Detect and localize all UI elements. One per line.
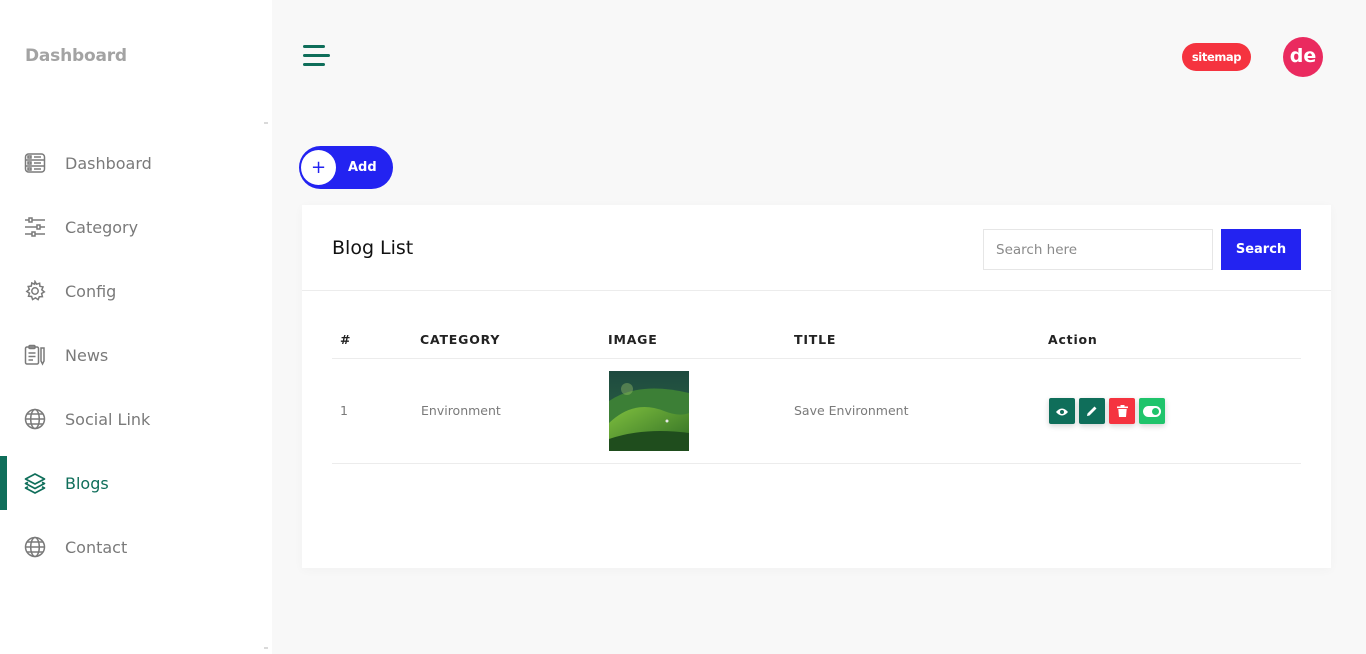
sidebar-item-label: Social Link [65, 409, 151, 429]
sidebar-item-label: Dashboard [65, 153, 152, 173]
dashboard-icon [24, 152, 46, 174]
blog-list-card: Blog List Search # CATEGORY IMAGE TITLE … [302, 205, 1331, 568]
table-header-divider [332, 358, 1301, 359]
column-header-index: # [340, 332, 352, 347]
add-button-label: Add [348, 160, 377, 175]
table-row-divider [332, 463, 1301, 464]
sidebar-item-label: News [65, 345, 109, 365]
sidebar-item-label: Contact [65, 537, 128, 557]
sidebar-item-news[interactable]: News [0, 328, 272, 382]
row-index: 1 [340, 403, 348, 418]
status-toggle[interactable] [1139, 398, 1165, 424]
divider [302, 290, 1331, 291]
search-input[interactable] [983, 229, 1213, 270]
toggle-icon [1143, 402, 1161, 421]
layers-icon [24, 472, 46, 494]
search-button[interactable]: Search [1221, 229, 1301, 270]
column-header-title: TITLE [794, 332, 837, 347]
eye-icon [1055, 402, 1069, 421]
hamburger-icon[interactable] [303, 44, 330, 68]
sidebar-item-label: Category [65, 217, 139, 237]
sidebar-item-category[interactable]: Category [0, 200, 272, 254]
sliders-icon [24, 216, 46, 238]
sitemap-button[interactable]: sitemap [1182, 43, 1251, 71]
sidebar-scroll-marker [264, 122, 268, 124]
trash-icon [1116, 402, 1128, 421]
sidebar-item-social-link[interactable]: Social Link [0, 392, 272, 446]
view-button[interactable] [1049, 398, 1075, 424]
sidebar-item-config[interactable]: Config [0, 264, 272, 318]
gear-icon [24, 280, 46, 302]
sidebar-brand: Dashboard [25, 46, 127, 66]
column-header-action: Action [1048, 332, 1098, 347]
blog-image-thumbnail [609, 371, 689, 451]
sidebar-item-contact[interactable]: Contact [0, 520, 272, 574]
pencil-icon [1086, 402, 1098, 421]
column-header-image: IMAGE [608, 332, 658, 347]
sidebar-item-blogs[interactable]: Blogs [0, 456, 272, 510]
sidebar-item-label: Config [65, 281, 117, 301]
card-title: Blog List [332, 237, 414, 259]
sidebar: Dashboard Dashboard Category Config News… [0, 0, 272, 654]
edit-button[interactable] [1079, 398, 1105, 424]
avatar[interactable]: de [1283, 37, 1323, 77]
add-button[interactable]: + Add [299, 146, 393, 189]
sidebar-item-dashboard[interactable]: Dashboard [0, 136, 272, 190]
plus-icon: + [301, 150, 336, 185]
row-category: Environment [421, 403, 501, 418]
column-header-category: CATEGORY [420, 332, 501, 347]
clipboard-icon [24, 344, 46, 366]
globe-icon [24, 408, 46, 430]
row-title: Save Environment [794, 403, 909, 418]
sidebar-item-label: Blogs [65, 473, 109, 493]
globe-icon [24, 536, 46, 558]
sidebar-scroll-marker [264, 647, 268, 649]
delete-button[interactable] [1109, 398, 1135, 424]
